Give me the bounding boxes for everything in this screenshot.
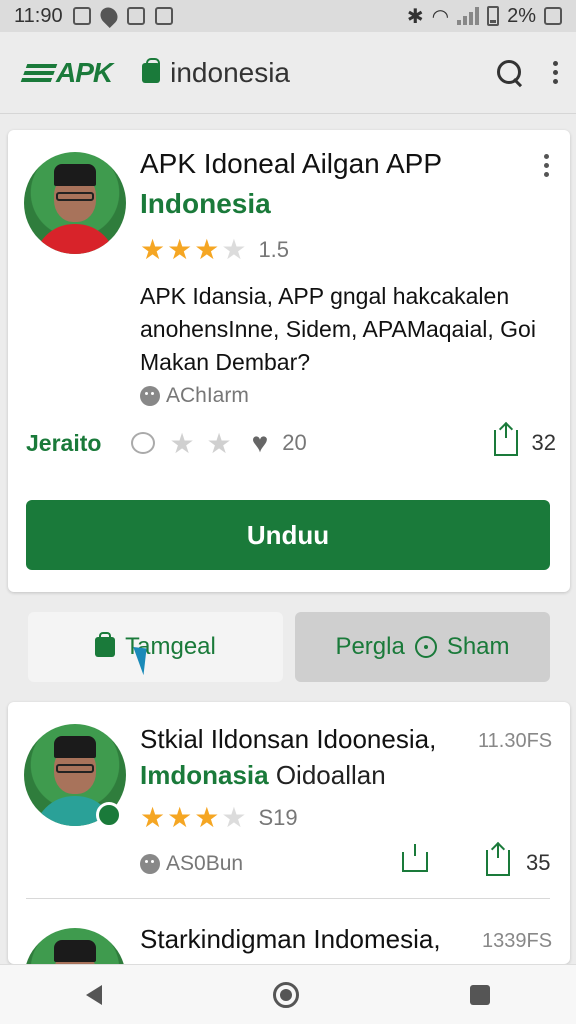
- signal-icon: [457, 7, 480, 25]
- app-title[interactable]: APK Idoneal Ailgan APP: [140, 148, 442, 180]
- rating-value: S19: [258, 805, 298, 830]
- card-menu-icon[interactable]: [544, 154, 549, 177]
- star-filled-icon: ★: [140, 234, 166, 265]
- subtitle-green: Imdonasia: [140, 760, 269, 790]
- comment-icon[interactable]: [131, 432, 156, 454]
- download-button[interactable]: Unduu: [26, 500, 550, 570]
- shopping-bag-icon: [95, 632, 116, 657]
- status-time: 11:90: [14, 4, 63, 27]
- logo-text: APK: [56, 56, 113, 88]
- list-item-time: 1339FS: [482, 930, 553, 952]
- verified-badge-icon: [96, 802, 122, 828]
- tab-label: Sham: [446, 633, 510, 660]
- author-icon: [140, 386, 160, 406]
- share-icon[interactable]: [402, 844, 428, 872]
- status-bar: 11:90 ✱ ◠ 2%: [0, 0, 576, 32]
- card-actions: Jeraito ★ ★ ♥ 20 32: [26, 424, 556, 460]
- star-empty-icon: ★: [221, 234, 247, 265]
- location-icon: [96, 3, 121, 29]
- tab-pergla-sham[interactable]: Pergla Sham: [295, 612, 550, 682]
- download-icon[interactable]: [493, 424, 518, 456]
- recent-apps-icon[interactable]: [470, 984, 491, 1005]
- app-description: APK Idansia, APP gngal hakcakalen anohen…: [140, 283, 536, 375]
- star-icon[interactable]: ★: [207, 427, 232, 460]
- tab-label: Pergla: [335, 633, 405, 660]
- author-name: AS0Bun: [166, 852, 244, 875]
- home-icon[interactable]: [272, 981, 299, 1008]
- star-icon[interactable]: ★: [169, 427, 194, 460]
- star-filled-icon: ★: [194, 234, 220, 265]
- back-icon[interactable]: [85, 984, 102, 1005]
- image-notification-icon: [72, 7, 91, 25]
- star-empty-icon: ★: [221, 802, 247, 833]
- location-pin-icon: [414, 636, 437, 658]
- star-filled-icon: ★: [167, 234, 193, 265]
- google-notification-icon: [154, 7, 173, 25]
- battery-percent: 2%: [507, 4, 536, 27]
- download-count: 32: [531, 430, 556, 455]
- list-item-time: 11.30FS: [478, 730, 553, 752]
- category-label[interactable]: Jeraito: [26, 430, 101, 457]
- system-nav-bar: [0, 964, 576, 1024]
- featured-app-card[interactable]: APK Idoneal Ailgan APP Indonesia ★ ★ ★ ★…: [8, 130, 570, 592]
- star-filled-icon: ★: [194, 802, 220, 833]
- battery-icon: [487, 6, 500, 26]
- app-bar: APK indonesia: [0, 32, 576, 114]
- author-icon: [140, 854, 160, 874]
- likes-count: 20: [282, 430, 307, 455]
- tab-tamgeal[interactable]: Tamgeal: [28, 612, 283, 682]
- download-icon[interactable]: [486, 844, 510, 876]
- logo-stripes-icon: [20, 63, 58, 82]
- app-subtitle: Indonesia: [140, 188, 271, 219]
- rating-stars: ★ ★ ★ ★ 1.5: [140, 236, 289, 264]
- list-item-subtitle: Imdonasia Oidoallan: [140, 760, 386, 791]
- app-list-card: Stkial Ildonsan Idoonesia, 11.30FS Imdon…: [8, 702, 570, 1024]
- star-filled-icon: ★: [167, 802, 193, 833]
- shopping-bag-icon: [142, 57, 161, 83]
- star-filled-icon: ★: [140, 802, 166, 833]
- tools-notification-icon: [126, 7, 145, 25]
- rating-value: 1.5: [258, 237, 290, 262]
- list-item-author[interactable]: AS0Bun: [140, 852, 243, 876]
- list-item-title[interactable]: Stkial Ildonsan Idoonesia,: [140, 724, 436, 755]
- wifi-icon: ◠: [431, 5, 450, 28]
- list-item-title[interactable]: Starkindigman Indomesia,: [140, 924, 441, 955]
- search-field[interactable]: indonesia: [142, 48, 382, 98]
- download-count: 35: [526, 850, 551, 875]
- author[interactable]: AChIarm: [140, 384, 249, 408]
- search-icon[interactable]: [497, 59, 523, 86]
- close-app-icon: [544, 7, 562, 25]
- bluetooth-icon: ✱: [406, 5, 424, 28]
- heart-icon[interactable]: ♥: [252, 427, 269, 459]
- developer-avatar: [24, 152, 126, 254]
- filter-tabs: Tamgeal Pergla Sham: [28, 612, 550, 682]
- list-divider: [26, 898, 550, 899]
- apk-logo[interactable]: APK: [20, 56, 113, 89]
- overflow-menu-icon[interactable]: [553, 61, 558, 84]
- list-item-rating: ★ ★ ★ ★ S19: [140, 804, 298, 832]
- author-name: AChIarm: [166, 384, 249, 407]
- search-query: indonesia: [170, 56, 290, 88]
- subtitle-rest: Oidoallan: [275, 760, 386, 790]
